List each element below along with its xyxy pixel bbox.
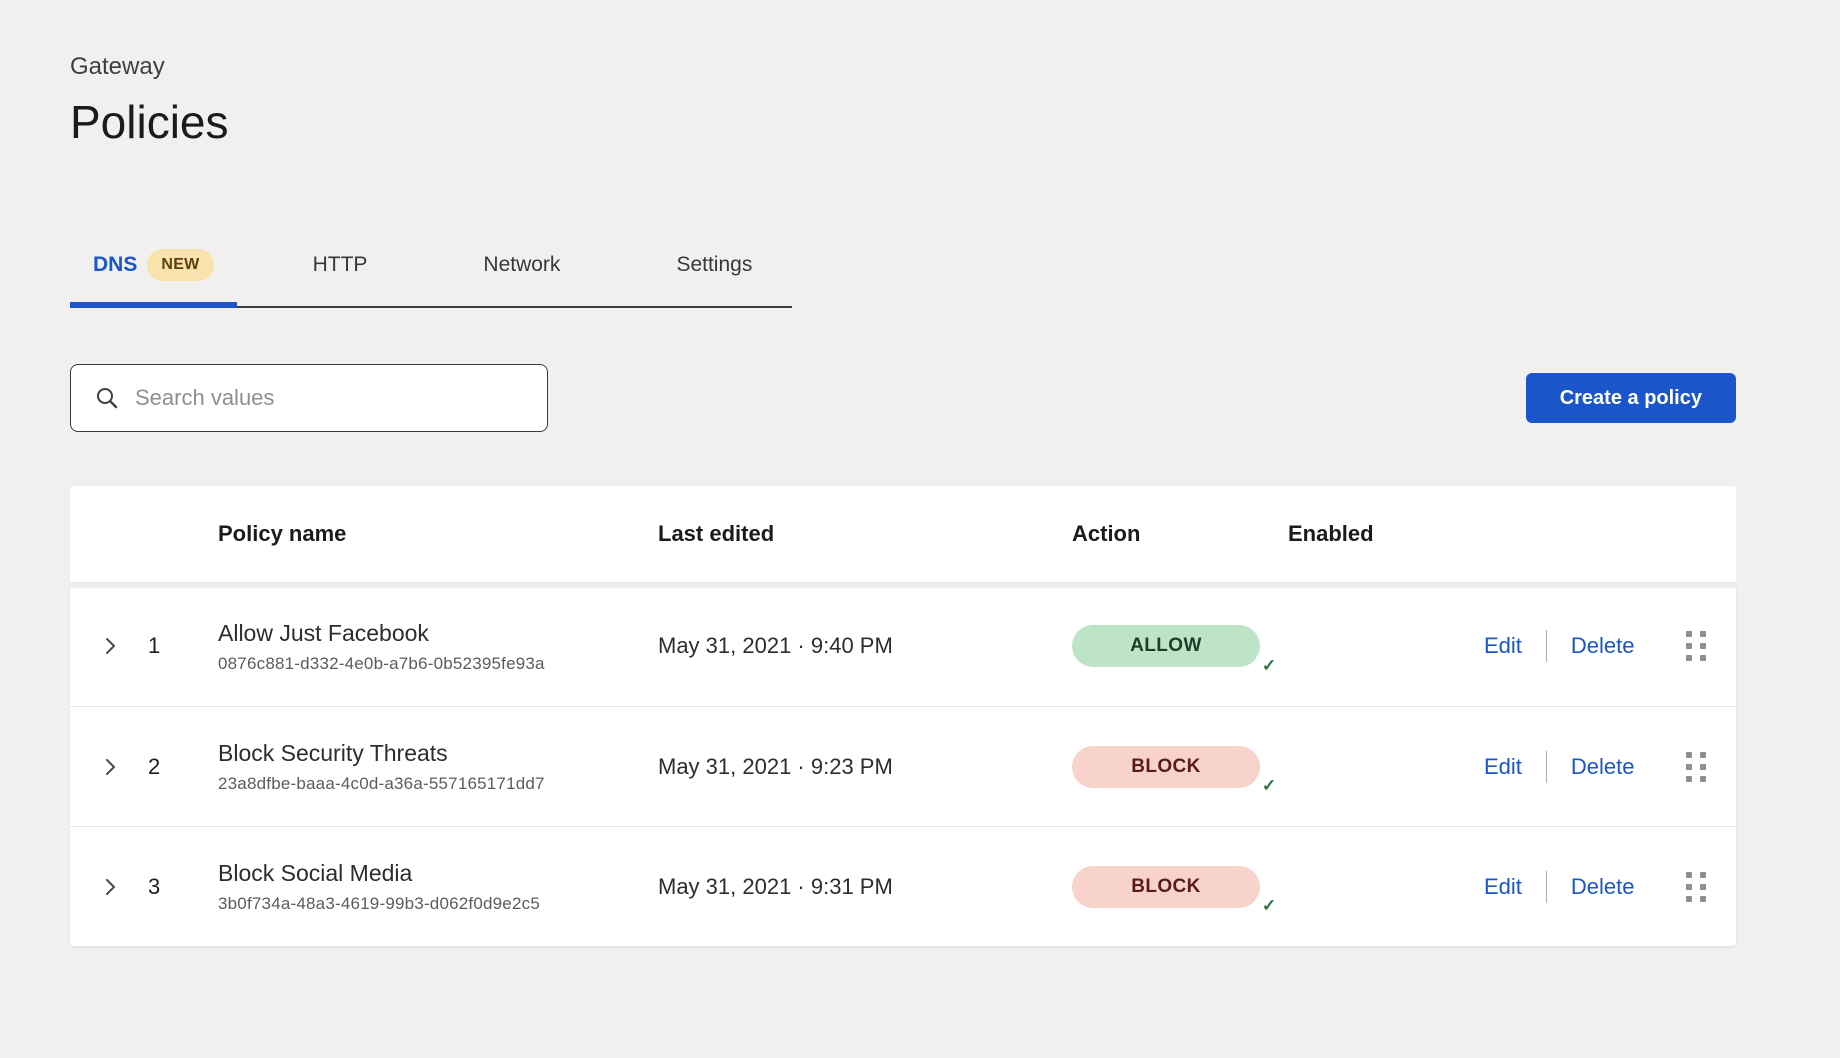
action-badge: BLOCK xyxy=(1072,746,1260,788)
drag-handle-icon[interactable] xyxy=(1686,631,1706,661)
create-policy-button[interactable]: Create a policy xyxy=(1526,373,1736,423)
delete-link[interactable]: Delete xyxy=(1571,633,1635,659)
toolbar: Create a policy xyxy=(70,364,1736,432)
last-edited: May 31, 2021 · 9:40 PM xyxy=(658,633,1072,659)
search-icon xyxy=(95,386,119,410)
drag-handle-icon[interactable] xyxy=(1686,872,1706,902)
check-icon: ✓ xyxy=(1254,891,1284,921)
edit-link[interactable]: Edit xyxy=(1484,754,1522,780)
header-last-edited: Last edited xyxy=(658,521,1072,547)
tab-settings[interactable]: Settings xyxy=(636,249,792,306)
tab-dns[interactable]: DNS NEW xyxy=(70,249,237,306)
row-number: 2 xyxy=(148,754,218,780)
breadcrumb: Gateway xyxy=(70,52,1736,82)
row-actions: Edit Delete xyxy=(1484,630,1680,662)
expand-row-button[interactable] xyxy=(102,636,148,656)
header-policy-name: Policy name xyxy=(218,521,658,547)
policy-id: 23a8dfbe-baaa-4c0d-a36a-557165171dd7 xyxy=(218,774,658,794)
tab-dns-label: DNS xyxy=(93,253,137,277)
policy-id: 3b0f734a-48a3-4619-99b3-d062f0d9e2c5 xyxy=(218,894,658,914)
tab-network[interactable]: Network xyxy=(443,249,600,306)
expand-row-button[interactable] xyxy=(102,877,148,897)
chevron-right-icon xyxy=(102,636,118,656)
page-content: Gateway Policies DNS NEW HTTP Network Se… xyxy=(0,0,1840,946)
link-divider xyxy=(1546,751,1547,783)
action-badge: ALLOW xyxy=(1072,625,1260,667)
policy-name: Allow Just Facebook xyxy=(218,619,658,647)
search-input[interactable] xyxy=(133,384,527,412)
table-row: 3 Block Social Media 3b0f734a-48a3-4619-… xyxy=(70,826,1736,946)
check-icon: ✓ xyxy=(1254,650,1284,680)
policy-name-cell: Block Security Threats 23a8dfbe-baaa-4c0… xyxy=(218,739,658,794)
link-divider xyxy=(1546,630,1547,662)
edit-link[interactable]: Edit xyxy=(1484,633,1522,659)
action-badge: BLOCK xyxy=(1072,866,1260,908)
policy-id: 0876c881-d332-4e0b-a7b6-0b52395fe93a xyxy=(218,654,658,674)
row-number: 1 xyxy=(148,633,218,659)
check-icon: ✓ xyxy=(1254,771,1284,801)
tab-http-label: HTTP xyxy=(313,253,368,277)
page-title: Policies xyxy=(70,95,1736,149)
drag-handle-icon[interactable] xyxy=(1686,752,1706,782)
delete-link[interactable]: Delete xyxy=(1571,754,1635,780)
search-box[interactable] xyxy=(70,364,548,432)
chevron-right-icon xyxy=(102,877,118,897)
chevron-right-icon xyxy=(102,757,118,777)
tab-network-label: Network xyxy=(483,253,560,277)
row-actions: Edit Delete xyxy=(1484,751,1680,783)
new-badge: NEW xyxy=(147,249,213,281)
policy-name-cell: Block Social Media 3b0f734a-48a3-4619-99… xyxy=(218,859,658,914)
header-enabled: Enabled xyxy=(1288,521,1484,547)
header-action: Action xyxy=(1072,521,1288,547)
delete-link[interactable]: Delete xyxy=(1571,874,1635,900)
tab-bar: DNS NEW HTTP Network Settings xyxy=(70,249,1736,308)
policy-name-cell: Allow Just Facebook 0876c881-d332-4e0b-a… xyxy=(218,619,658,674)
table-body: 1 Allow Just Facebook 0876c881-d332-4e0b… xyxy=(70,586,1736,946)
table-row: 2 Block Security Threats 23a8dfbe-baaa-4… xyxy=(70,706,1736,826)
last-edited: May 31, 2021 · 9:23 PM xyxy=(658,754,1072,780)
expand-row-button[interactable] xyxy=(102,757,148,777)
edit-link[interactable]: Edit xyxy=(1484,874,1522,900)
policy-name: Block Social Media xyxy=(218,859,658,887)
policies-table: Policy name Last edited Action Enabled 1 xyxy=(70,486,1736,946)
row-number: 3 xyxy=(148,874,218,900)
tab-http[interactable]: HTTP xyxy=(273,249,408,306)
last-edited: May 31, 2021 · 9:31 PM xyxy=(658,874,1072,900)
table-header-row: Policy name Last edited Action Enabled xyxy=(70,486,1736,582)
tab-settings-label: Settings xyxy=(676,253,752,277)
row-actions: Edit Delete xyxy=(1484,871,1680,903)
policy-name: Block Security Threats xyxy=(218,739,658,767)
table-row: 1 Allow Just Facebook 0876c881-d332-4e0b… xyxy=(70,586,1736,706)
link-divider xyxy=(1546,871,1547,903)
